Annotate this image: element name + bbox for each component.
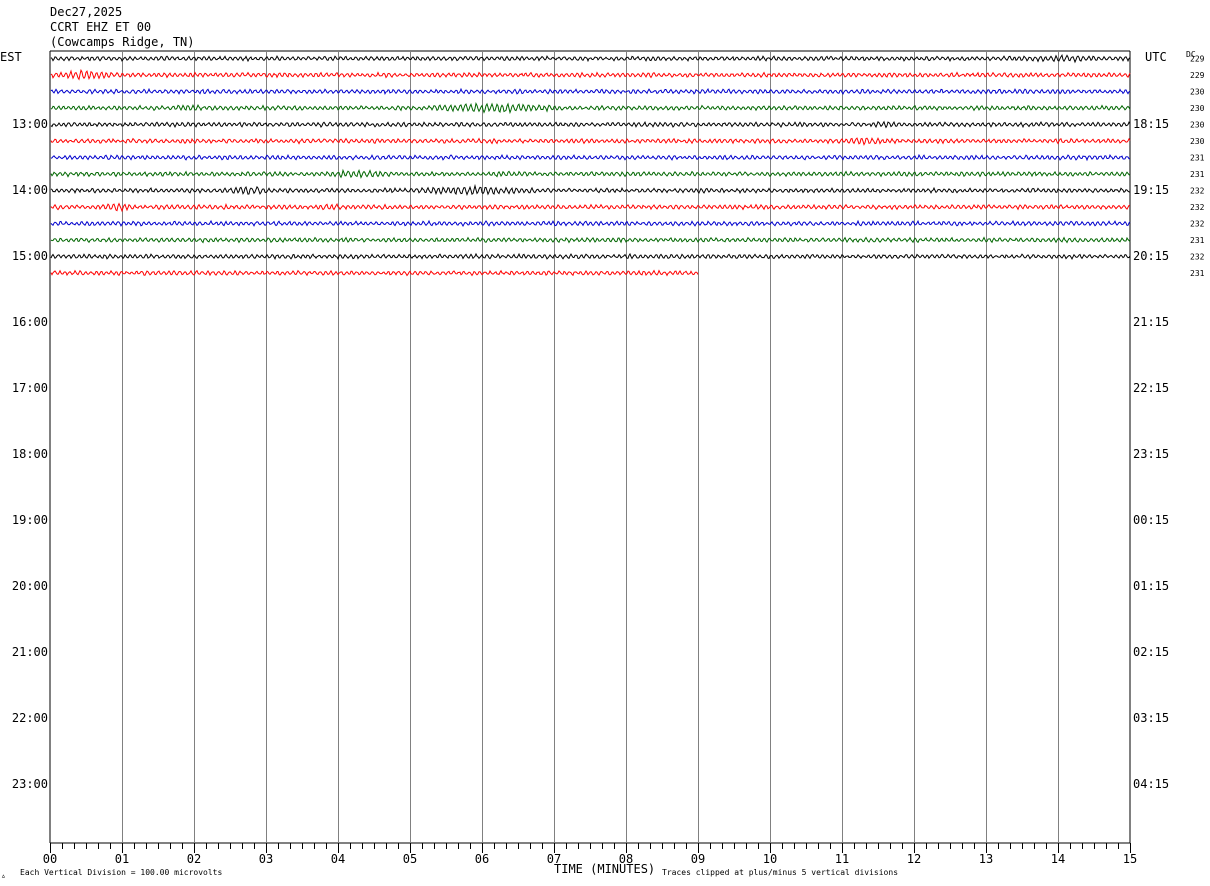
left-hour-label: 16:00 xyxy=(12,315,48,329)
seismic-trace xyxy=(50,252,1131,261)
dc-offset-value: 231 xyxy=(1190,154,1205,163)
seismic-trace xyxy=(50,87,1131,95)
x-tick-label: 11 xyxy=(835,852,849,866)
x-tick-label: 10 xyxy=(763,852,777,866)
seismic-trace xyxy=(50,102,1131,115)
corner-mark-icon: ▵ xyxy=(1,871,6,880)
dc-offset-value: 232 xyxy=(1190,220,1205,229)
right-hour-label: 22:15 xyxy=(1133,381,1169,395)
right-hour-label: 02:15 xyxy=(1133,645,1169,659)
right-hour-label: 20:15 xyxy=(1133,249,1169,263)
seismic-trace xyxy=(50,53,1131,64)
x-tick-label: 13 xyxy=(979,852,993,866)
left-hour-label: 23:00 xyxy=(12,777,48,791)
x-tick-label: 05 xyxy=(403,852,417,866)
dc-offset-value: 230 xyxy=(1190,88,1205,97)
dc-offset-value: 232 xyxy=(1190,187,1205,196)
x-tick-label: 12 xyxy=(907,852,921,866)
x-tick-label: 14 xyxy=(1051,852,1065,866)
dc-offset-value: 230 xyxy=(1190,137,1205,146)
x-axis-title: TIME (MINUTES) xyxy=(554,862,656,876)
dc-offset-value: 232 xyxy=(1190,253,1205,262)
seismic-trace xyxy=(50,137,1131,146)
right-hour-label: 18:15 xyxy=(1133,117,1169,131)
seismic-trace xyxy=(50,269,699,277)
seismic-trace xyxy=(50,120,1131,129)
minute-grid xyxy=(49,50,1131,844)
dc-values: 229 229 230 230 230 230 231 231 232 232 232 231 232 2… xyxy=(1190,55,1205,279)
x-tick-label: 15 xyxy=(1123,852,1137,866)
right-hour-label: 23:15 xyxy=(1133,447,1169,461)
seismic-trace xyxy=(50,236,1131,244)
left-hour-label: 18:00 xyxy=(12,447,48,461)
left-hour-label: 22:00 xyxy=(12,711,48,725)
dc-offset-value: 231 xyxy=(1190,170,1205,179)
seismic-trace xyxy=(50,168,1131,179)
right-hour-label: 01:15 xyxy=(1133,579,1169,593)
right-hour-label: 21:15 xyxy=(1133,315,1169,329)
x-tick-label: 01 xyxy=(115,852,129,866)
seismic-trace xyxy=(50,153,1130,162)
dc-offset-value: 231 xyxy=(1190,236,1205,245)
right-hour-label: 04:15 xyxy=(1133,777,1169,791)
x-tick-label: 02 xyxy=(187,852,201,866)
left-hour-label: 19:00 xyxy=(12,513,48,527)
x-tick-label: 04 xyxy=(331,852,345,866)
seismic-trace xyxy=(50,183,1131,196)
left-hour-label: 17:00 xyxy=(12,381,48,395)
x-tick-label: 03 xyxy=(259,852,273,866)
left-hour-label: 20:00 xyxy=(12,579,48,593)
left-hour-label: 21:00 xyxy=(12,645,48,659)
seismic-trace xyxy=(50,202,1131,213)
x-tick-label: 00 xyxy=(43,852,57,866)
seismic-trace xyxy=(50,219,1131,228)
clipping-note: Traces clipped at plus/minus 5 vertical … xyxy=(662,868,899,877)
dc-offset-value: 231 xyxy=(1190,269,1205,278)
x-tick-label: 06 xyxy=(475,852,489,866)
right-hour-label: 00:15 xyxy=(1133,513,1169,527)
seismogram-chart: 00 01 02 03 04 05 06 07 08 09 10 11 12 13 14 15 13:00 18… xyxy=(12,50,1205,866)
vertical-division-note: Each Vertical Division = 100.00 microvol… xyxy=(20,868,223,877)
dc-offset-value: 232 xyxy=(1190,203,1205,212)
right-hour-label: 03:15 xyxy=(1133,711,1169,725)
right-hour-label: 19:15 xyxy=(1133,183,1169,197)
dc-offset-value: 229 xyxy=(1190,71,1205,80)
hour-labels: 13:00 18:15 14:00 19:15 15:00 20:15 16:00 21:15… xyxy=(12,117,1169,791)
trace-group xyxy=(50,53,1131,277)
x-tick-label: 09 xyxy=(691,852,705,866)
dc-offset-value: 229 xyxy=(1190,55,1205,64)
left-hour-label: 14:00 xyxy=(12,183,48,197)
dc-offset-value: 230 xyxy=(1190,104,1205,113)
seismic-trace xyxy=(50,68,1131,81)
left-hour-label: 15:00 xyxy=(12,249,48,263)
dc-offset-value: 230 xyxy=(1190,121,1205,130)
left-hour-label: 13:00 xyxy=(12,117,48,131)
